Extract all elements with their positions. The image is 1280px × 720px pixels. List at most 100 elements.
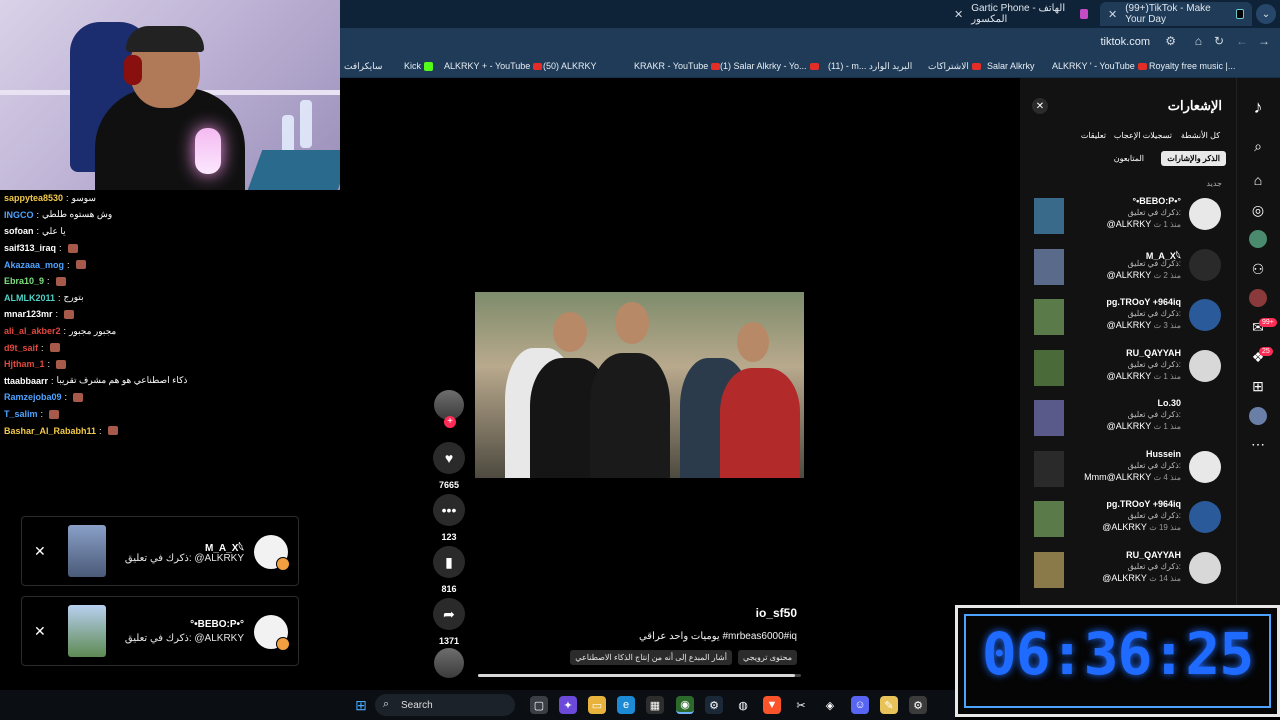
notification-username[interactable]: RU_QAYYAH — [1126, 550, 1181, 560]
notification-item[interactable]: pg.TROoY +964iq ذكرك في تعليق: @ALKRKY منذ… — [1020, 295, 1236, 345]
avatar[interactable] — [1189, 198, 1221, 230]
filter-likes[interactable]: تسجيلات الإعجاب — [1108, 128, 1178, 143]
more-icon[interactable]: ⋯ — [1247, 433, 1269, 455]
chat-username[interactable]: Ebra10_9 — [4, 276, 44, 286]
video-progress-bar[interactable] — [478, 674, 801, 677]
video-thumbnail[interactable] — [1034, 551, 1064, 588]
close-tab-icon[interactable]: ✕ — [954, 8, 963, 21]
notification-username[interactable]: Lo.30 — [1157, 398, 1181, 408]
account-icon[interactable] — [1247, 405, 1269, 427]
bookmark-item[interactable]: (50) ALKRKY — [543, 61, 597, 71]
close-icon[interactable]: ✕ — [1032, 98, 1048, 114]
filter-mentions[interactable]: الذكر والإشارات — [1161, 151, 1226, 166]
app-icon[interactable]: ◈ — [821, 696, 839, 714]
tab-tiktok[interactable]: ✕ (99+)TikTok - Make Your Day — [1100, 2, 1252, 26]
live-icon[interactable] — [1247, 287, 1269, 309]
chat-username[interactable]: ali_al_akber2 — [4, 326, 61, 336]
bookmark-item[interactable]: KRAKR - YouTube — [634, 61, 721, 71]
notification-username[interactable]: RU_QAYYAH — [1126, 348, 1181, 358]
home-icon[interactable]: ⌂ — [1247, 169, 1269, 191]
home-icon[interactable]: ⌂ — [1195, 34, 1202, 48]
chrome-icon[interactable]: ◉ — [676, 696, 694, 714]
chat-username[interactable]: d9t_saif — [4, 343, 38, 353]
video-author[interactable]: io_sf50 — [756, 606, 797, 620]
site-settings-icon[interactable]: ⚙ — [1165, 34, 1176, 48]
chat-username[interactable]: ALMLK2011 — [4, 293, 55, 303]
notification-username[interactable]: pg.TROoY +964iq — [1106, 297, 1181, 307]
close-tab-icon[interactable]: ✕ — [1108, 8, 1117, 21]
video-thumbnail[interactable] — [1034, 299, 1064, 335]
creator-avatar-button[interactable]: + — [430, 390, 468, 428]
store-icon[interactable]: ▦ — [646, 696, 664, 714]
filter-followers[interactable]: المتابعون — [1108, 151, 1150, 166]
bookmark-item[interactable]: ALKRKY + - YouTube — [444, 61, 543, 71]
search-icon[interactable]: ⌕ — [1247, 135, 1269, 157]
taskbar-search-box[interactable]: ⌕ Search — [375, 694, 515, 716]
bookmark-item[interactable]: ALKRKY ' - YouTube — [1052, 61, 1147, 71]
notification-item[interactable]: °•BEBO:P•° ذكرك في تعليق: @ALKRKY منذ 1 ث — [1020, 194, 1236, 244]
chat-username[interactable]: Hjtham_1 — [4, 359, 45, 369]
profile-icon[interactable] — [1247, 228, 1269, 250]
video-thumbnail[interactable] — [1034, 450, 1064, 487]
notification-item[interactable]: M_A_X𓆩 ذكرك في تعليق: @ALKRKY منذ 2 ث — [1020, 245, 1236, 295]
close-icon[interactable]: ✕ — [34, 543, 46, 560]
ai-label-tag[interactable]: أشار المبدع إلى أنه من إنتاج الذكاء الاص… — [570, 650, 732, 665]
chat-username[interactable]: Ramzejoba09 — [4, 392, 62, 402]
video-thumbnail[interactable] — [1034, 349, 1064, 386]
notification-username[interactable]: pg.TROoY +964iq — [1106, 499, 1181, 509]
notification-username[interactable]: Hussein — [1146, 449, 1181, 459]
save-button[interactable]: ▮ 816 — [430, 546, 468, 594]
follow-plus-icon[interactable]: + — [444, 416, 456, 428]
avatar[interactable] — [1189, 400, 1221, 432]
mention-toast[interactable]: ✕ M_A_X𓆩 ذكرك في تعليق: @ALKRKY — [21, 516, 299, 586]
chat-username[interactable]: sappytea8530 — [4, 193, 63, 203]
forward-icon[interactable]: ← — [1236, 34, 1248, 48]
chat-username[interactable]: mnar123mr — [4, 309, 53, 319]
bookmark-item[interactable]: (11) - m... البريد الوارد — [828, 61, 912, 72]
chat-username[interactable]: T_salim — [4, 409, 38, 419]
tiktok-logo-icon[interactable]: ♪ — [1247, 96, 1269, 118]
comment-button[interactable]: ••• 123 — [430, 494, 468, 542]
bookmark-item[interactable]: Salar Alkrky — [987, 61, 1035, 71]
video-player[interactable] — [475, 292, 804, 478]
like-button[interactable]: ♥ 7665 — [430, 442, 468, 490]
chat-username[interactable]: Bashar_Al_Rababh11 — [4, 426, 96, 436]
reload-icon[interactable]: ↻ — [1214, 34, 1224, 48]
explore-icon[interactable]: ◎ — [1247, 199, 1269, 221]
bookmark-item[interactable]: Kick — [404, 61, 434, 71]
windows-start-icon[interactable]: ⊞ — [352, 696, 370, 714]
avatar[interactable] — [1189, 501, 1221, 533]
chat-username[interactable]: saif313_iraq — [4, 243, 56, 253]
bookmark-item[interactable]: الاشتراكات — [928, 61, 981, 72]
bookmark-item[interactable]: سايكرافت — [344, 61, 382, 72]
chat-username[interactable]: Akazaaa_mog — [4, 260, 64, 270]
avatar[interactable] — [1189, 299, 1221, 331]
notification-item[interactable]: Lo.30 ذكرك في تعليق: @ALKRKY منذ 1 ث — [1020, 396, 1236, 446]
chat-username[interactable]: ttaabbaarr — [4, 376, 48, 386]
file-explorer-icon[interactable]: ▭ — [588, 696, 606, 714]
video-thumbnail[interactable] — [1034, 248, 1064, 285]
video-thumbnail[interactable] — [1034, 198, 1064, 234]
notification-item[interactable]: pg.TROoY +964iq ذكرك في تعليق: @ALKRKY منذ… — [1020, 497, 1236, 547]
url-text[interactable]: tiktok.com — [1100, 36, 1150, 48]
heart-icon[interactable]: ♥ — [433, 442, 465, 474]
sound-avatar-button[interactable] — [430, 648, 468, 678]
task-view-icon[interactable]: ▢ — [530, 696, 548, 714]
capcut-icon[interactable]: ✂ — [792, 696, 810, 714]
bookmark-item[interactable]: Royalty free music |... — [1149, 61, 1235, 71]
obs-icon[interactable]: ◍ — [734, 696, 752, 714]
back-icon[interactable]: → — [1258, 34, 1270, 48]
upload-icon[interactable]: ⊞ — [1247, 375, 1269, 397]
video-thumbnail[interactable] — [1034, 501, 1064, 537]
video-thumbnail[interactable] — [1034, 400, 1064, 436]
avatar[interactable] — [1189, 248, 1221, 281]
chat-username[interactable]: INGCO — [4, 210, 34, 220]
notification-item[interactable]: RU_QAYYAH ذكرك في تعليق: @ALKRKY منذ 14 ث — [1020, 548, 1236, 598]
tab-search-chevron-icon[interactable]: ⌄ — [1256, 4, 1276, 24]
tab-gartic-phone[interactable]: ✕ Gartic Phone - الهاتف المكسور — [946, 2, 1096, 26]
settings-icon[interactable]: ⚙ — [909, 696, 927, 714]
notes-icon[interactable]: ✎ — [880, 696, 898, 714]
avatar[interactable] — [1189, 349, 1221, 382]
close-icon[interactable]: ✕ — [34, 623, 46, 640]
steam-icon[interactable]: ⚙ — [705, 696, 723, 714]
